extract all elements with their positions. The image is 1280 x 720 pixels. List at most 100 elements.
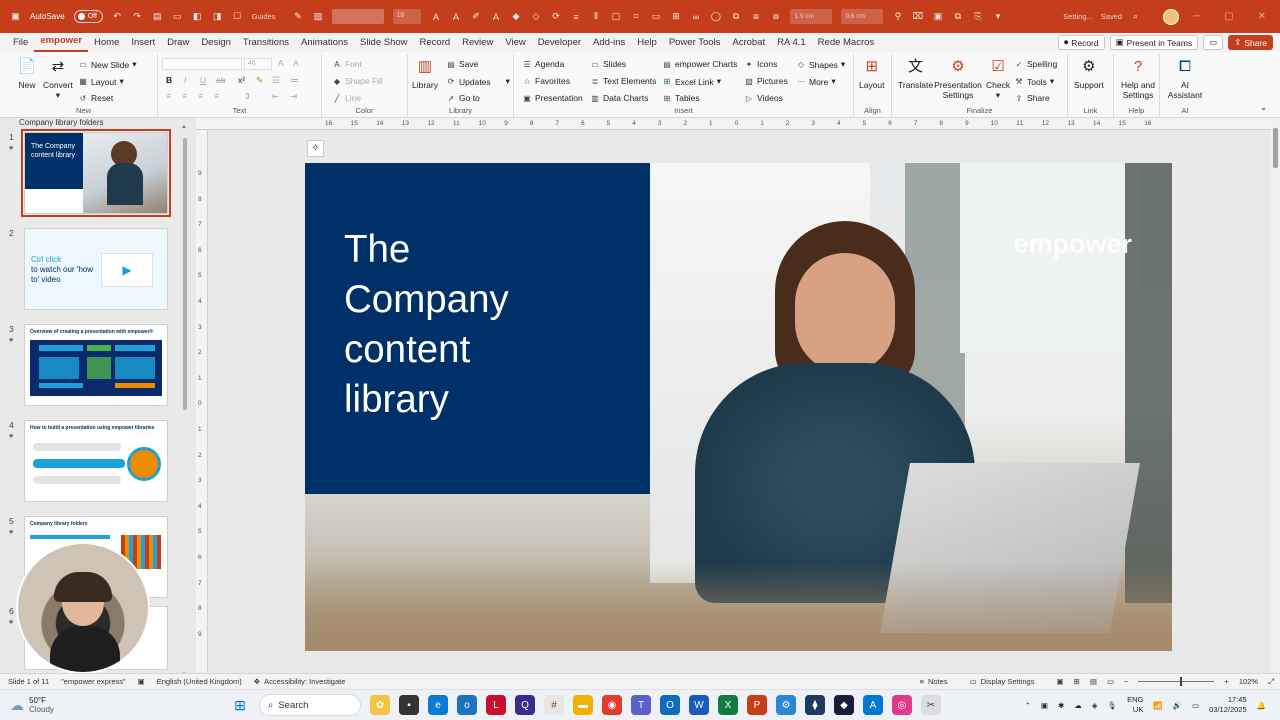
fill-icon[interactable]: ◆ (510, 11, 521, 22)
display-settings-button[interactable]: ▭ Display Settings (970, 677, 1035, 686)
tab-view[interactable]: View (499, 33, 531, 52)
library-button[interactable]: ▥ Library (412, 56, 438, 90)
thumbnail-scroll-thumb[interactable] (183, 138, 187, 410)
align-icon[interactable]: ≡ (570, 11, 581, 22)
outlook-classic-icon[interactable]: o (457, 695, 477, 715)
shape-fill-button[interactable]: ◆ Shape Fill (332, 76, 383, 86)
remote-app-icon[interactable]: ⧫ (805, 695, 825, 715)
tab-draw[interactable]: Draw (161, 33, 195, 52)
align-center-icon[interactable]: ≡ (182, 91, 187, 101)
paint-format-icon[interactable]: ✎ (256, 75, 263, 86)
tab-power-tools[interactable]: Power Tools (663, 33, 727, 52)
font-size-field[interactable]: 46 (244, 58, 272, 70)
comments-button[interactable]: ▭ (1203, 35, 1224, 50)
editor-scroll-thumb[interactable] (1273, 128, 1278, 168)
help-settings-button[interactable]: ? Help and Settings (1116, 56, 1160, 100)
editor-scrollbar[interactable] (1271, 118, 1280, 673)
go-to-button[interactable]: ➚ Go to (446, 93, 480, 103)
videos-button[interactable]: ▷ Videos (744, 93, 783, 103)
dropbox-icon[interactable]: ◈ (1092, 701, 1098, 710)
link-icon[interactable]: ∞ (690, 11, 701, 22)
presentation-button[interactable]: ▣ Presentation (522, 93, 583, 103)
picture-icon[interactable]: ▨ (312, 11, 323, 22)
screen-icon[interactable]: ▣ (932, 11, 943, 22)
azure-icon[interactable]: A (863, 695, 883, 715)
mic-icon[interactable]: 🎙 (1108, 701, 1118, 710)
spelling-button[interactable]: ✓ Spelling (1014, 59, 1058, 69)
tab-design[interactable]: Design (195, 33, 237, 52)
tray-expand-icon[interactable]: ⌃ (1025, 701, 1031, 710)
slide-title[interactable]: The Company content library (344, 225, 644, 425)
slide-thumbnail-2[interactable]: Ctrl click to watch our 'how to' video ▶ (24, 228, 168, 310)
slideshow-view-icon[interactable]: ▭ (1107, 677, 1114, 686)
slide-sorter-icon[interactable]: ⊞ (1074, 677, 1080, 686)
bring-forward-icon[interactable]: ⧈ (750, 11, 761, 22)
outline-icon[interactable]: ◇ (530, 11, 541, 22)
minimize-icon[interactable]: ─ (1193, 11, 1200, 22)
send-back-icon[interactable]: ⧇ (770, 11, 781, 22)
decrease-font-icon[interactable]: A (293, 58, 299, 68)
teams-icon[interactable]: T (631, 695, 651, 715)
accessibility-button[interactable]: ✥ Accessibility: Investigate (254, 677, 346, 686)
font-color-icon[interactable]: A (490, 11, 501, 22)
tab-animations[interactable]: Animations (295, 33, 354, 52)
terminal-icon[interactable]: ▪ (399, 695, 419, 715)
designer-icon[interactable]: ✧ (307, 140, 324, 157)
tab-review[interactable]: Review (456, 33, 499, 52)
icons-button[interactable]: ✦ Icons (744, 59, 778, 69)
shape-height-box[interactable]: 1.9 cm (790, 9, 833, 24)
layout-button[interactable]: ▦ Layout ▾ (78, 76, 124, 87)
rotate-icon[interactable]: ⟳ (550, 11, 561, 22)
taskbar-search[interactable]: ⌕ Search (259, 694, 361, 716)
present-in-teams-button[interactable]: ▣ Present in Teams (1109, 35, 1199, 50)
search-icon[interactable]: ⌕ (1130, 11, 1141, 22)
updates-button[interactable]: ⟳ Updates ▾ (446, 76, 510, 87)
line-color-button[interactable]: ╱ Line (332, 93, 362, 103)
arrange-icon[interactable]: ⧉ (730, 11, 741, 22)
spell-check-button[interactable]: ▣ (138, 677, 145, 686)
indent-more-icon[interactable]: ⇥ (290, 91, 297, 102)
new-slide-button[interactable]: ▭ New Slide ▾ (78, 59, 136, 70)
notes-button[interactable]: ≡ Notes (920, 677, 948, 686)
slide-thumbnail-1[interactable]: The Company content library (21, 129, 171, 217)
zoom-level[interactable]: 102% (1239, 677, 1258, 686)
tab-slide-show[interactable]: Slide Show (354, 33, 414, 52)
empower-charts-button[interactable]: ▤ empower Charts (662, 59, 737, 69)
excel-icon[interactable]: X (718, 695, 738, 715)
justify-icon[interactable]: ≡ (214, 91, 219, 101)
more-button[interactable]: ⋯ More ▾ (796, 76, 836, 87)
align-right-icon[interactable]: ≡ (198, 91, 203, 101)
tab-empower[interactable]: empower (34, 33, 89, 52)
numbering-icon[interactable]: ≔ (290, 75, 299, 86)
title-box[interactable]: The Company content library (305, 163, 650, 494)
font-color-button[interactable]: A Font (332, 59, 362, 69)
check-button[interactable]: ☑ Check ▾ (986, 56, 1010, 100)
favorites-button[interactable]: ☆ Favorites (522, 76, 570, 86)
crop-icon[interactable]: ⌗ (630, 11, 641, 22)
windows-start-icon[interactable]: ⊞ (230, 695, 250, 715)
file-explorer-icon[interactable]: ▬ (573, 695, 593, 715)
underline-icon[interactable]: U (200, 75, 206, 85)
tab-developer[interactable]: Developer (532, 33, 587, 52)
l-app-icon[interactable]: L (486, 695, 506, 715)
settings-app-icon[interactable]: ⚙ (776, 695, 796, 715)
increase-font-icon[interactable]: A (278, 58, 284, 68)
tab-insert[interactable]: Insert (125, 33, 161, 52)
tab-help[interactable]: Help (631, 33, 663, 52)
superscript-icon[interactable]: x² (238, 75, 245, 85)
scroll-up-icon[interactable]: ▲ (181, 124, 187, 130)
tab-add-ins[interactable]: Add-ins (587, 33, 631, 52)
system-clock[interactable]: 17:45 03/12/2025 (1209, 695, 1247, 715)
translate-button[interactable]: 文 Translate (898, 56, 933, 90)
shapes-button[interactable]: ◇ Shapes ▾ (796, 59, 845, 70)
notification-bell-icon[interactable]: 🔔 (1257, 701, 1266, 710)
group-icon[interactable]: ◧ (192, 11, 203, 22)
thumbnail-scrollbar[interactable]: ▲ ▼ (181, 124, 189, 678)
format-painter-icon[interactable]: ⚲ (892, 11, 903, 22)
agenda-button[interactable]: ☰ Agenda (522, 59, 564, 69)
saved-status[interactable]: Saved (1101, 12, 1122, 21)
ungroup-icon[interactable]: ◨ (212, 11, 223, 22)
align-left-icon[interactable]: ≡ (166, 91, 171, 101)
line-spacing-icon[interactable]: ⇕ (244, 91, 251, 102)
shrink-font-icon[interactable]: A (450, 11, 461, 22)
